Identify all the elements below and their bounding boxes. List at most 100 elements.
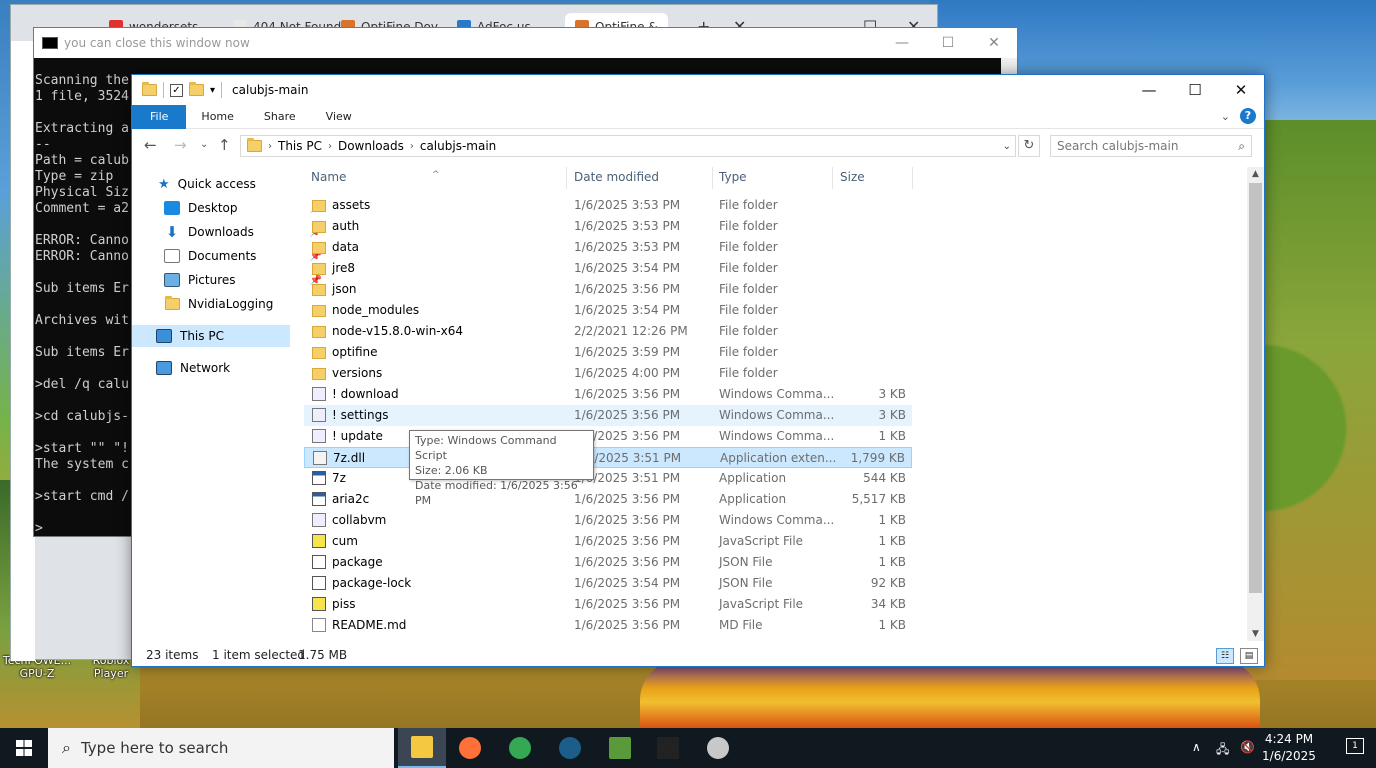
file-row[interactable]: optifine 1/6/2025 3:59 PM File folder [304,342,912,363]
file-type: File folder [719,240,778,254]
folder-icon [142,82,157,96]
file-row[interactable]: package-lock 1/6/2025 3:54 PM JSON File 92 … [304,573,912,594]
file-row[interactable]: jre8 1/6/2025 3:54 PM File folder [304,258,912,279]
breadcrumb-calubjs-main[interactable]: calubjs-main [420,139,496,153]
breadcrumb-separator-icon[interactable]: › [410,141,414,152]
scroll-up-icon[interactable]: ▲ [1247,169,1264,179]
breadcrumb-separator-icon[interactable]: › [328,141,332,152]
up-arrow-icon[interactable]: ↑ [218,136,231,154]
taskbar-app-file-explorer[interactable] [398,728,446,768]
start-button[interactable] [0,728,48,768]
nav-item-desktop[interactable]: Desktop 📌 [164,197,322,219]
file-row[interactable]: ! settings 1/6/2025 3:56 PM Windows Comma.… [304,405,912,426]
file-date: 2/2/2021 12:26 PM [574,324,688,338]
column-type[interactable]: Type [719,170,747,184]
column-date-modified[interactable]: Date modified [574,170,659,184]
taskbar-app-firefox[interactable] [446,728,494,768]
quick-access-toolbar-dropdown-icon[interactable]: ▾ [210,85,215,96]
nav-item-documents[interactable]: Documents 📌 [164,245,322,267]
console-maximize-icon[interactable]: ☐ [925,28,971,58]
console-close-icon[interactable]: ✕ [971,28,1017,58]
help-icon[interactable]: ? [1240,108,1256,124]
file-row[interactable]: cum 1/6/2025 3:56 PM JavaScript File 1 KB [304,531,912,552]
file-name: piss [332,597,356,611]
file-row[interactable]: versions 1/6/2025 4:00 PM File folder [304,363,912,384]
file-row[interactable]: piss 1/6/2025 3:56 PM JavaScript File 34 KB [304,594,912,615]
nav-item-downloads[interactable]: ⬇ Downloads 📌 [164,221,322,243]
breadcrumb-this-pc[interactable]: This PC [278,139,322,153]
address-bar[interactable]: › This PC › Downloads › calubjs-main ⌄ [240,135,1016,157]
file-row[interactable]: collabvm 1/6/2025 3:56 PM Windows Comma...… [304,510,912,531]
breadcrumb-downloads[interactable]: Downloads [338,139,404,153]
ribbon-tab-share[interactable]: Share [249,105,311,129]
file-row[interactable]: aria2c 1/6/2025 3:56 PM Application 5,517 K… [304,489,912,510]
nav-item-quick-access[interactable]: ★ Quick access [158,173,316,195]
file-row[interactable]: json 1/6/2025 3:56 PM File folder [304,279,912,300]
file-date: 1/6/2025 3:56 PM [574,408,681,422]
explorer-titlebar[interactable]: ✓ ▾ calubjs-main — ☐ ✕ [132,75,1264,105]
file-row[interactable]: README.md 1/6/2025 3:56 PM MD File 1 KB [304,615,912,636]
file-row[interactable]: auth 1/6/2025 3:53 PM File folder [304,216,912,237]
address-dropdown-icon[interactable]: ⌄ [1003,141,1011,152]
taskbar-search-box[interactable]: ⌕ Type here to search [48,728,394,768]
show-hidden-icons-chevron-icon[interactable]: ∧ [1192,740,1201,754]
file-row[interactable]: 7z 1/6/2025 3:51 PM Application 544 KB [304,468,912,489]
network-tray-icon[interactable]: 🖧 [1216,740,1229,761]
volume-muted-icon[interactable]: 🔇 [1240,740,1255,754]
file-row[interactable]: assets 1/6/2025 3:53 PM File folder [304,195,912,216]
nav-item-network[interactable]: Network [156,357,314,379]
details-view-icon[interactable]: ☷ [1216,648,1234,664]
selection-size: 1.75 MB [298,648,348,662]
close-icon[interactable]: ✕ [1218,75,1264,105]
nav-item-this-pc[interactable]: This PC [132,325,290,347]
file-size: 92 KB [870,576,906,590]
recent-locations-chevron-icon[interactable]: ⌄ [200,139,208,150]
file-row[interactable]: ! update 1/6/2025 3:56 PM Windows Comma...… [304,426,912,447]
minimize-icon[interactable]: — [1126,75,1172,105]
file-row[interactable]: node_modules 1/6/2025 3:54 PM File folder [304,300,912,321]
file-row[interactable]: ! download 1/6/2025 3:56 PM Windows Comma.… [304,384,912,405]
column-name[interactable]: Name [311,170,346,184]
file-size: 1,799 KB [850,451,905,465]
file-list-scrollbar[interactable]: ▲ ▼ [1247,167,1264,641]
taskbar-search-placeholder: Type here to search [80,739,229,757]
clock[interactable]: 4:24 PM 1/6/2025 [1254,731,1324,765]
taskbar-app-minecraft-launcher[interactable] [596,728,644,768]
nav-item-pictures[interactable]: Pictures 📌 [164,269,322,291]
new-folder-icon[interactable] [189,82,204,96]
file-date: 1/6/2025 3:56 PM [574,618,681,632]
file-date: 1/6/2025 3:54 PM [574,576,681,590]
taskbar-app-unity-app[interactable] [694,728,742,768]
ribbon-tab-file[interactable]: File [132,104,187,129]
cmd-icon [42,37,58,49]
taskbar-app-steam[interactable] [546,728,594,768]
scroll-down-icon[interactable]: ▼ [1247,629,1264,639]
scroll-thumb[interactable] [1249,183,1262,593]
file-tooltip: Type: Windows Command Script Size: 2.06 … [409,430,594,507]
properties-check-icon[interactable]: ✓ [170,83,183,97]
breadcrumb-separator-icon[interactable]: › [268,141,272,152]
nav-item-nvidialogging[interactable]: NvidiaLogging [164,293,322,315]
ribbon-tab-view[interactable]: View [311,105,367,129]
taskbar-app-chrome[interactable] [496,728,544,768]
ribbon-tab-home[interactable]: Home [186,105,248,129]
file-row[interactable]: node-v15.8.0-win-x64 2/2/2021 12:26 PM Fil… [304,321,912,342]
file-date: 1/6/2025 3:53 PM [574,240,681,254]
forward-arrow-icon[interactable]: → [174,136,187,154]
console-minimize-icon[interactable]: — [879,28,925,58]
file-size: 544 KB [863,471,906,485]
file-name: package-lock [332,576,412,590]
file-row[interactable]: data 1/6/2025 3:53 PM File folder [304,237,912,258]
refresh-icon[interactable]: ↻ [1018,135,1040,157]
maximize-icon[interactable]: ☐ [1172,75,1218,105]
large-icons-view-icon[interactable]: ▤ [1240,648,1258,664]
file-row[interactable]: package 1/6/2025 3:56 PM JSON File 1 KB [304,552,912,573]
expand-ribbon-chevron-icon[interactable]: ⌄ [1221,110,1230,123]
notification-center-icon[interactable]: 1 [1346,738,1364,754]
back-arrow-icon[interactable]: ← [144,136,157,154]
column-size[interactable]: Size [840,170,865,184]
search-input[interactable]: Search calubjs-main ⌕ [1050,135,1252,157]
taskbar-app-command-prompt[interactable] [644,728,692,768]
file-row[interactable]: 7z.dll 1/6/2025 3:51 PM Application exten.… [304,447,912,468]
console-titlebar[interactable]: you can close this window now [34,28,1017,58]
